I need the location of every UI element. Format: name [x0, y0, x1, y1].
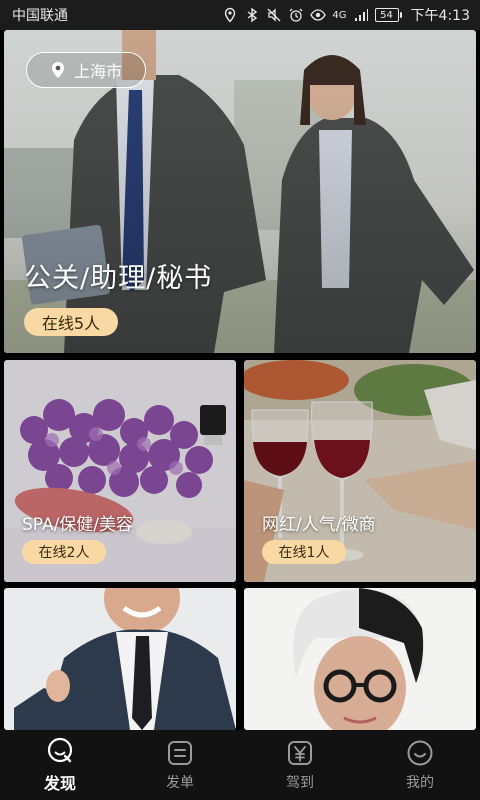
alarm-icon [288, 7, 304, 23]
network-type: 4G [332, 9, 347, 21]
carrier-name: 中国联通 [12, 8, 68, 24]
eye-comfort-icon [310, 7, 327, 23]
profile-icon [405, 738, 435, 768]
nav-tab-profile[interactable]: 我的 [360, 730, 480, 800]
city-label: 上海市 [73, 62, 122, 81]
nav-label: 发单 [166, 775, 194, 791]
category-grid: 上海市 公关/助理/秘书 在线5人 SPA/保健/美容 在线2人 网红/人气/微… [0, 30, 480, 730]
nav-tab-discover[interactable]: 发现 [0, 730, 120, 800]
status-icons: 4G 54 下午4:13 [222, 5, 470, 25]
discover-icon [45, 736, 75, 766]
category-card-businessman[interactable] [4, 588, 236, 730]
bottom-navigation: 发现 发单 驾到 我的 [0, 730, 480, 800]
location-pin-icon [51, 62, 64, 78]
online-count-badge: 在线1人 [262, 540, 346, 564]
category-card-influencer[interactable]: 网红/人气/微商 在线1人 [244, 360, 476, 582]
yuan-icon [285, 738, 315, 768]
category-title: 网红/人气/微商 [262, 515, 376, 535]
location-selector[interactable]: 上海市 [26, 52, 146, 88]
category-card-pr-assistant[interactable]: 上海市 公关/助理/秘书 在线5人 [4, 30, 476, 353]
online-count-badge: 在线5人 [24, 308, 118, 336]
online-count-badge: 在线2人 [22, 540, 106, 564]
category-title: 公关/助理/秘书 [24, 263, 213, 294]
businessman-photo [4, 588, 236, 730]
location-status-icon [222, 7, 238, 23]
nav-label: 发现 [43, 774, 76, 793]
signal-icon [353, 7, 369, 23]
battery-indicator: 54 [374, 8, 402, 22]
mute-icon [266, 7, 282, 23]
status-bar: 中国联通 4G 54 下午4:13 [0, 0, 480, 30]
woman-glasses-photo [244, 588, 476, 730]
clock: 下午4:13 [410, 8, 470, 24]
category-card-eccentric[interactable] [244, 588, 476, 730]
bluetooth-icon [244, 7, 260, 23]
category-title: SPA/保健/美容 [22, 515, 134, 535]
nav-tab-post-order[interactable]: 发单 [120, 730, 240, 800]
category-card-spa[interactable]: SPA/保健/美容 在线2人 [4, 360, 236, 582]
post-order-icon [165, 738, 195, 768]
nav-tab-arrive[interactable]: 驾到 [240, 730, 360, 800]
nav-label: 驾到 [286, 775, 314, 791]
nav-label: 我的 [406, 775, 434, 791]
